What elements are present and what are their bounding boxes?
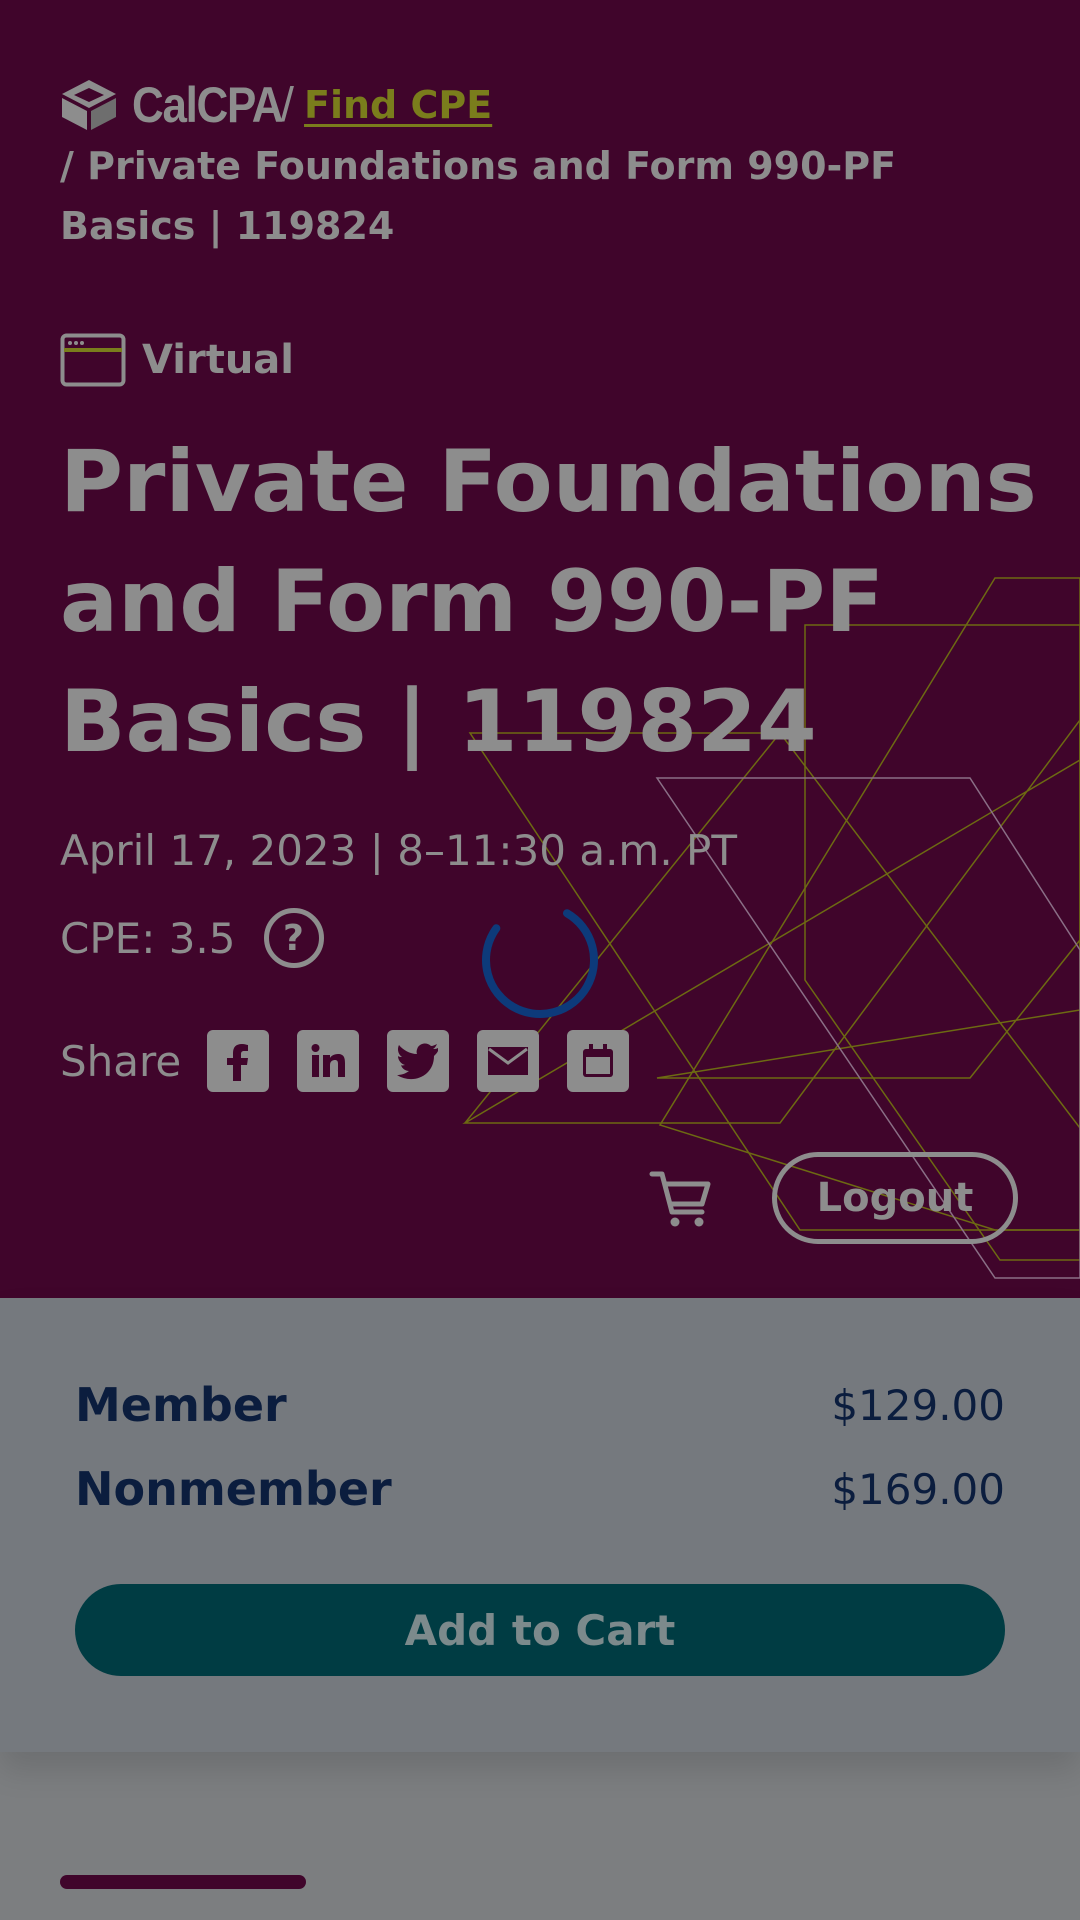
linkedin-icon[interactable] xyxy=(297,1030,360,1092)
calcpa-logo-text[interactable]: CalCPA xyxy=(132,76,284,134)
event-date-time: April 17, 2023 | 8–11:30 a.m. PT xyxy=(60,826,738,875)
price-label: Member xyxy=(75,1378,287,1432)
cpe-credits: CPE: 3.5 ? xyxy=(60,908,324,968)
question-mark-icon[interactable]: ? xyxy=(263,908,324,968)
price-row-nonmember: Nonmember $169.00 xyxy=(75,1462,1005,1516)
cpe-value: CPE: 3.5 xyxy=(60,913,236,963)
brand-breadcrumb: CalCPA / Find CPE xyxy=(60,76,492,134)
price-label: Nonmember xyxy=(75,1462,392,1516)
share-label: Share xyxy=(60,1036,182,1086)
price-row-member: Member $129.00 xyxy=(75,1378,1005,1432)
facebook-icon[interactable] xyxy=(207,1030,270,1092)
calendar-icon[interactable] xyxy=(567,1030,630,1092)
breadcrumb-separator: / xyxy=(280,78,295,132)
share-bar: Share xyxy=(60,1030,657,1092)
loading-spinner-icon xyxy=(482,902,598,1018)
breadcrumb-current: / Private Foundations and Form 990-PF Ba… xyxy=(60,144,897,248)
twitter-icon[interactable] xyxy=(387,1030,450,1092)
price-amount: $129.00 xyxy=(831,1380,1005,1430)
page-title: Private Foundations and Form 990-PF Basi… xyxy=(60,432,1037,772)
email-icon[interactable] xyxy=(477,1030,540,1092)
cart-icon[interactable] xyxy=(648,1168,714,1230)
find-cpe-link[interactable]: Find CPE xyxy=(304,83,492,127)
event-hero: CalCPA / Find CPE / Private Foundations … xyxy=(0,0,1080,1298)
pricing-panel: Member $129.00 Nonmember $169.00 Add to … xyxy=(0,1298,1080,1752)
format-label: Virtual xyxy=(142,337,294,383)
browser-window-icon xyxy=(60,333,126,387)
scroll-indicator-bar xyxy=(60,1875,306,1889)
add-to-cart-button[interactable]: Add to Cart xyxy=(75,1584,1005,1676)
price-amount: $169.00 xyxy=(831,1464,1005,1514)
event-format: Virtual xyxy=(60,333,294,387)
calcpa-logo-icon[interactable] xyxy=(60,78,118,132)
logout-button[interactable]: Logout xyxy=(772,1152,1018,1244)
